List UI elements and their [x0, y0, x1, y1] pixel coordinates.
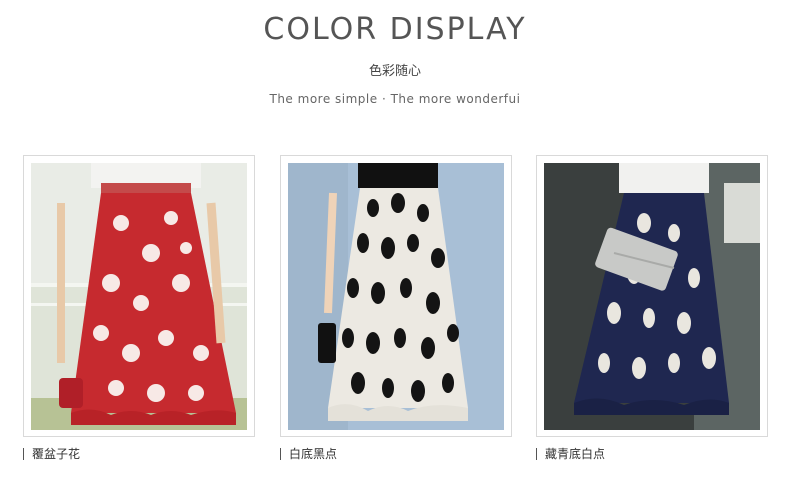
section-subtitle: 色彩随心 [368, 64, 421, 79]
product-photo-red-floral[interactable] [31, 163, 247, 430]
product-caption-2: 白底黑点 [280, 445, 337, 462]
product-card-red-floral[interactable] [23, 155, 255, 437]
section-title: COLOR DISPLAY [263, 12, 527, 47]
product-caption-1: 覆盆子花 [23, 445, 80, 462]
caption-divider [536, 448, 537, 460]
caption-divider [23, 448, 24, 460]
product-caption-3: 藏青底白点 [536, 445, 605, 462]
product-photo-navy-dots[interactable] [544, 163, 760, 430]
product-photo-black-dots[interactable] [288, 163, 504, 430]
product-card-black-dots[interactable] [280, 155, 512, 437]
caption-divider [280, 448, 281, 460]
product-card-navy-dots[interactable] [536, 155, 768, 437]
section-tagline: The more simple · The more wonderfui [269, 92, 521, 106]
